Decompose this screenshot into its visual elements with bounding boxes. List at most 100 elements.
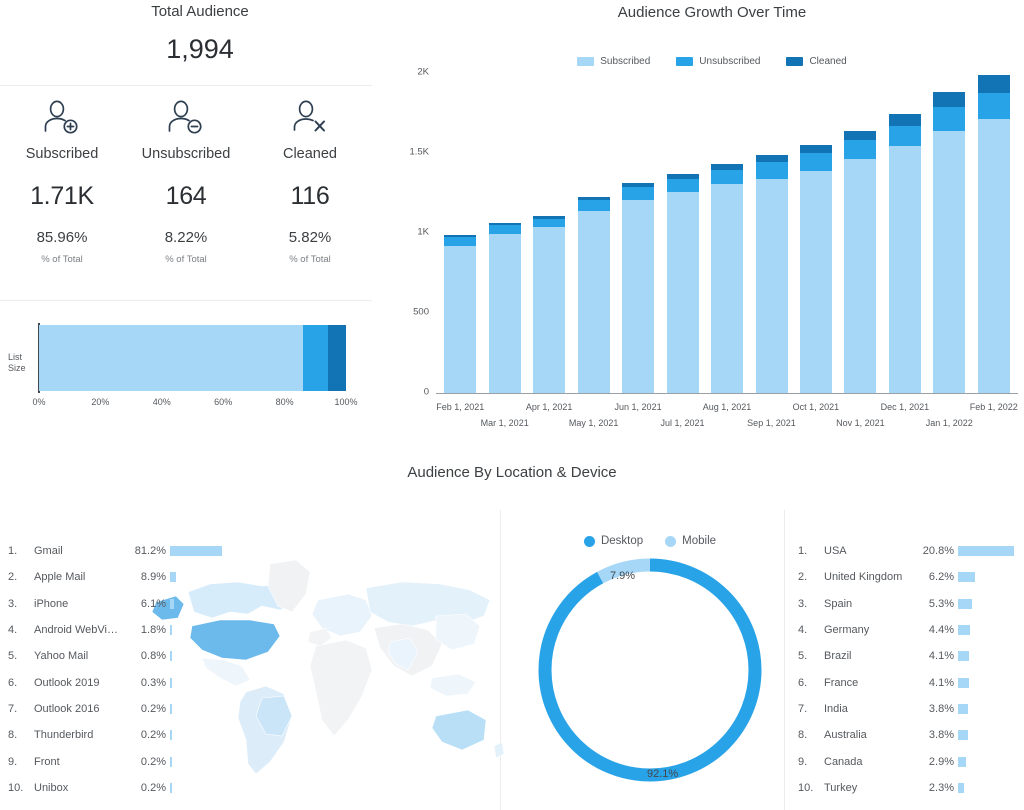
- bar-segment-subscribed[interactable]: [844, 159, 877, 393]
- panel-divider-bottom: [0, 300, 372, 301]
- list-item-bar[interactable]: [170, 572, 176, 583]
- axis-label-line-2: Size: [8, 363, 26, 373]
- bar-segment-subscribed[interactable]: [622, 200, 655, 393]
- list-item[interactable]: 9. Front 0.2%: [0, 748, 240, 774]
- bar-segment-cleaned[interactable]: [844, 130, 877, 141]
- list-item-bar[interactable]: [170, 677, 172, 688]
- bar-segment-subscribed[interactable]: [533, 226, 566, 393]
- list-item[interactable]: 1. USA 20.8%: [790, 538, 1024, 564]
- stacked-bar[interactable]: [577, 196, 610, 393]
- list-item-bar[interactable]: [170, 546, 222, 557]
- stacked-bar[interactable]: [444, 235, 477, 393]
- bar-segment-unsubscribed[interactable]: [444, 237, 477, 246]
- bar-segment-subscribed[interactable]: [577, 211, 610, 393]
- list-item-bar[interactable]: [170, 598, 174, 609]
- list-item-bar[interactable]: [170, 625, 172, 636]
- list-item-bar[interactable]: [958, 730, 969, 741]
- list-item-bar[interactable]: [958, 703, 969, 714]
- list-size-bar[interactable]: [39, 325, 346, 391]
- bar-segment-subscribed[interactable]: [755, 178, 788, 393]
- bar-segment-unsubscribed[interactable]: [799, 153, 832, 171]
- list-item[interactable]: 3. iPhone 6.1%: [0, 591, 240, 617]
- device-legend-item-mobile[interactable]: Mobile: [665, 535, 716, 547]
- list-item[interactable]: 4. Germany 4.4%: [790, 617, 1024, 643]
- list-size-segment-unsubscribed[interactable]: [302, 325, 329, 391]
- bar-segment-subscribed[interactable]: [888, 145, 921, 393]
- list-item[interactable]: 6. France 4.1%: [790, 669, 1024, 695]
- list-item-bar[interactable]: [958, 677, 970, 688]
- bar-segment-unsubscribed[interactable]: [577, 200, 610, 212]
- list-item[interactable]: 2. United Kingdom 6.2%: [790, 564, 1024, 590]
- stacked-bar[interactable]: [755, 155, 788, 393]
- list-item[interactable]: 4. Android WebVi… 1.8%: [0, 617, 240, 643]
- list-item-bar[interactable]: [958, 782, 965, 793]
- legend-item-unsubscribed[interactable]: Unsubscribed: [676, 56, 760, 67]
- bar-segment-unsubscribed[interactable]: [622, 187, 655, 201]
- list-item[interactable]: 6. Outlook 2019 0.3%: [0, 669, 240, 695]
- bar-segment-cleaned[interactable]: [933, 92, 966, 108]
- device-legend-item-desktop[interactable]: Desktop: [583, 535, 643, 547]
- list-item[interactable]: 10. Turkey 2.3%: [790, 775, 1024, 801]
- bar-segment-subscribed[interactable]: [977, 119, 1010, 393]
- list-item-bar[interactable]: [958, 598, 973, 609]
- legend-item-cleaned[interactable]: Cleaned: [786, 56, 847, 67]
- stacked-bar[interactable]: [977, 74, 1010, 393]
- stacked-bar[interactable]: [533, 216, 566, 393]
- bar-segment-subscribed[interactable]: [488, 233, 521, 393]
- bar-segment-subscribed[interactable]: [666, 192, 699, 393]
- stacked-bar[interactable]: [888, 113, 921, 393]
- bar-segment-unsubscribed[interactable]: [755, 161, 788, 179]
- list-item-bar[interactable]: [170, 730, 172, 741]
- bar-segment-unsubscribed[interactable]: [533, 219, 566, 227]
- bar-segment-subscribed[interactable]: [711, 184, 744, 393]
- legend-item-subscribed[interactable]: Subscribed: [577, 56, 650, 67]
- bar-segment-subscribed[interactable]: [933, 130, 966, 393]
- bar-slot: [838, 73, 882, 393]
- bar-segment-unsubscribed[interactable]: [666, 178, 699, 193]
- list-item-bar[interactable]: [170, 651, 172, 662]
- list-item[interactable]: 9. Canada 2.9%: [790, 748, 1024, 774]
- stacked-bar[interactable]: [844, 130, 877, 393]
- stacked-bar[interactable]: [666, 173, 699, 393]
- stacked-bar[interactable]: [799, 145, 832, 393]
- bar-segment-unsubscribed[interactable]: [888, 125, 921, 146]
- stacked-bar[interactable]: [711, 164, 744, 393]
- list-item-bar[interactable]: [958, 651, 970, 662]
- list-item[interactable]: 7. India 3.8%: [790, 696, 1024, 722]
- list-size-segment-cleaned[interactable]: [328, 325, 346, 391]
- list-size-segment-subscribed[interactable]: [39, 325, 303, 391]
- bar-slot: [571, 73, 615, 393]
- list-item[interactable]: 3. Spain 5.3%: [790, 591, 1024, 617]
- list-item[interactable]: 7. Outlook 2016 0.2%: [0, 696, 240, 722]
- list-item[interactable]: 10. Unibox 0.2%: [0, 775, 240, 801]
- list-item-bar[interactable]: [958, 625, 970, 636]
- bar-segment-unsubscribed[interactable]: [488, 225, 521, 234]
- device-donut-chart[interactable]: [525, 552, 775, 792]
- list-item[interactable]: 2. Apple Mail 8.9%: [0, 564, 240, 590]
- list-item[interactable]: 5. Brazil 4.1%: [790, 643, 1024, 669]
- list-item-bar[interactable]: [958, 756, 966, 767]
- stacked-bar[interactable]: [622, 183, 655, 393]
- bar-segment-subscribed[interactable]: [444, 245, 477, 393]
- bar-segment-unsubscribed[interactable]: [844, 140, 877, 160]
- list-item-bar[interactable]: [170, 703, 172, 714]
- bar-segment-cleaned[interactable]: [799, 145, 832, 154]
- stacked-bar[interactable]: [488, 223, 521, 393]
- stacked-bar[interactable]: [933, 92, 966, 393]
- list-item[interactable]: 8. Australia 3.8%: [790, 722, 1024, 748]
- device-legend: Desktop Mobile: [505, 535, 795, 547]
- bar-segment-cleaned[interactable]: [888, 113, 921, 126]
- list-item[interactable]: 8. Thunderbird 0.2%: [0, 722, 240, 748]
- bar-segment-unsubscribed[interactable]: [933, 107, 966, 131]
- donut-mobile-label: 7.9%: [610, 570, 636, 582]
- list-item-bar[interactable]: [958, 572, 975, 583]
- list-item-bar[interactable]: [170, 756, 172, 767]
- list-item-bar[interactable]: [958, 546, 1014, 557]
- list-item-bar[interactable]: [170, 782, 172, 793]
- bar-segment-subscribed[interactable]: [799, 170, 832, 393]
- bar-segment-unsubscribed[interactable]: [977, 93, 1010, 120]
- bar-segment-unsubscribed[interactable]: [711, 169, 744, 185]
- bar-segment-cleaned[interactable]: [977, 74, 1010, 94]
- list-item[interactable]: 5. Yahoo Mail 0.8%: [0, 643, 240, 669]
- list-item[interactable]: 1. Gmail 81.2%: [0, 538, 240, 564]
